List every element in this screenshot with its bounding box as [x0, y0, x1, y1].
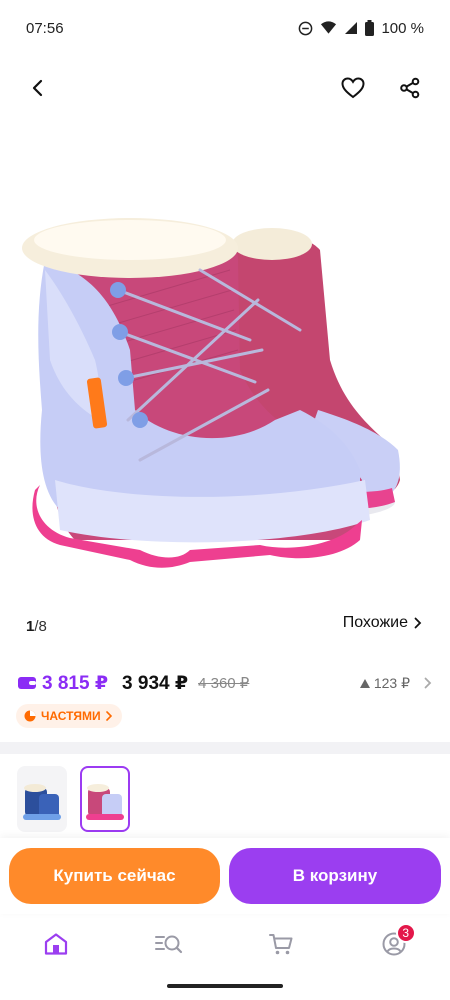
action-bar: Купить сейчас В корзину [0, 838, 450, 914]
home-icon [45, 933, 68, 955]
installment-label: ЧАСТЯМИ [41, 709, 101, 723]
similar-label: Похожие [342, 614, 408, 631]
tab-catalog[interactable] [139, 919, 199, 969]
image-counter: 1/8 [26, 618, 47, 635]
installment-icon [24, 710, 36, 722]
price-row: 3 815 ₽ 3 934 ₽ 4 360 ₽ 123 ₽ [18, 670, 432, 696]
status-bar: 07:56 100 % [0, 0, 450, 56]
card-price: 3 815 ₽ [18, 672, 108, 695]
cart-icon [269, 934, 293, 955]
battery-icon [365, 20, 375, 36]
old-price: 4 360 ₽ [198, 675, 250, 692]
heart-icon [341, 77, 365, 99]
catalog-search-icon [154, 935, 182, 954]
card-price-value: 3 815 ₽ [42, 672, 109, 694]
price-change-value: 123 ₽ [373, 674, 410, 691]
tab-cart[interactable] [251, 919, 311, 969]
section-divider [0, 742, 450, 754]
tab-home[interactable] [26, 919, 86, 969]
status-icons: 100 % [298, 20, 424, 37]
home-indicator[interactable] [167, 984, 283, 988]
variant-selector [0, 756, 450, 840]
chevron-right-icon [424, 677, 432, 689]
add-to-cart-label: В корзину [292, 866, 378, 885]
variant-blue-thumbnail [23, 784, 61, 820]
regular-price: 3 934 ₽ [122, 672, 189, 694]
signal-icon [345, 22, 358, 34]
boots-image [22, 218, 400, 568]
buy-now-button[interactable]: Купить сейчас [9, 848, 220, 904]
similar-link[interactable]: Похожие [343, 614, 422, 632]
variant-blue[interactable] [17, 766, 67, 832]
chevron-right-icon [414, 617, 422, 629]
price-history-link[interactable]: 123 ₽ [359, 674, 432, 692]
chevron-right-icon [105, 711, 112, 721]
add-to-cart-button[interactable]: В корзину [229, 848, 441, 904]
back-button[interactable] [22, 72, 54, 104]
profile-badge: 3 [395, 923, 416, 943]
variant-pink-thumbnail [86, 784, 124, 820]
variant-pink[interactable] [80, 766, 130, 832]
back-arrow-icon [32, 79, 43, 97]
wallet-icon [18, 677, 36, 689]
wifi-icon [321, 21, 337, 34]
battery-level: 100 % [381, 19, 424, 37]
buy-now-label: Купить сейчас [53, 866, 176, 885]
image-counter-total: 8 [38, 618, 47, 635]
triangle-up-icon [359, 678, 370, 688]
status-time: 07:56 [26, 19, 64, 37]
product-image[interactable] [0, 120, 450, 610]
dnd-icon [299, 21, 313, 35]
share-icon [400, 77, 420, 99]
share-button[interactable] [394, 72, 426, 104]
gallery-meta: 1/8 Похожие [0, 612, 450, 640]
tab-profile[interactable]: 3 [364, 919, 424, 969]
top-nav [0, 64, 450, 112]
favorite-button[interactable] [337, 72, 369, 104]
installment-badge[interactable]: ЧАСТЯМИ [16, 704, 122, 728]
bottom-nav: 3 [0, 914, 450, 974]
